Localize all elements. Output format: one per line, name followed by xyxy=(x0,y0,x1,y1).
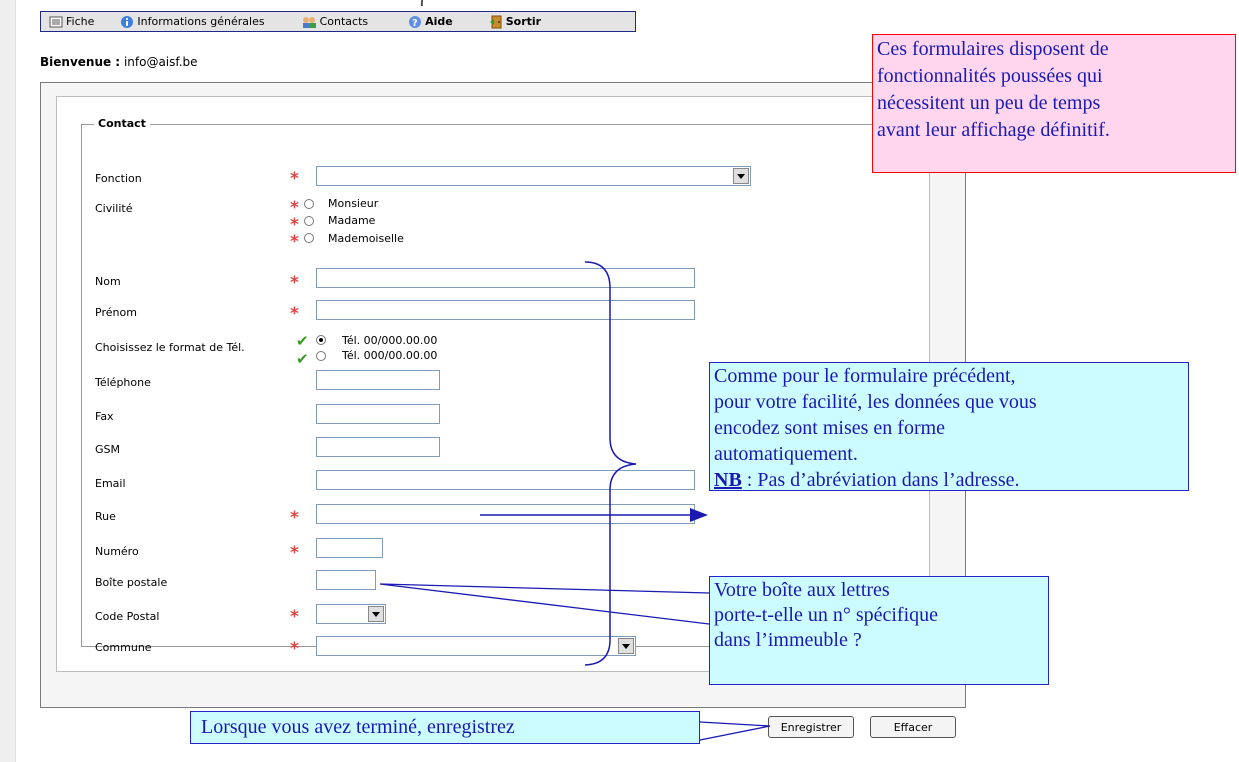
callout-line: dans l’immeuble ? xyxy=(714,629,862,651)
callout-line: avant leur affichage définitif. xyxy=(877,119,1110,141)
callout-formatting-note: Comme pour le formulaire précédent, pour… xyxy=(709,362,1189,491)
callout-line: porte-t-elle un n° spécifique xyxy=(714,604,939,626)
brace-shape xyxy=(584,261,637,666)
callout-line: automatiquement. xyxy=(714,443,858,465)
callout-line: Ces formulaires disposent de xyxy=(877,38,1109,60)
nb-label: NB xyxy=(714,469,742,491)
arrow-head-rue xyxy=(690,508,708,522)
callout-mailbox-note: Votre boîte aux lettres porte-t-elle un … xyxy=(709,576,1049,685)
callout-line: pour votre facilité, les données que vou… xyxy=(714,391,1037,413)
callout-loading-note: Ces formulaires disposent de fonctionnal… xyxy=(872,34,1236,173)
callout-line: NB : Pas d’abréviation dans l’adresse. xyxy=(714,467,1184,493)
callout-save-note: Lorsque vous avez terminé, enregistrez xyxy=(190,711,700,744)
callout-line: nécessitent un peu de temps xyxy=(877,92,1101,114)
callout-line: Comme pour le formulaire précédent, xyxy=(714,365,1016,387)
callout-line: fonctionnalités poussées qui xyxy=(877,65,1103,87)
nb-text: : Pas d’abréviation dans l’adresse. xyxy=(741,469,1020,491)
pointer-line-save xyxy=(699,721,771,741)
callout-line: encodez sont mises en forme xyxy=(714,417,946,439)
callout-line: Votre boîte aux lettres xyxy=(714,579,890,601)
pointer-line-boite xyxy=(379,583,710,625)
